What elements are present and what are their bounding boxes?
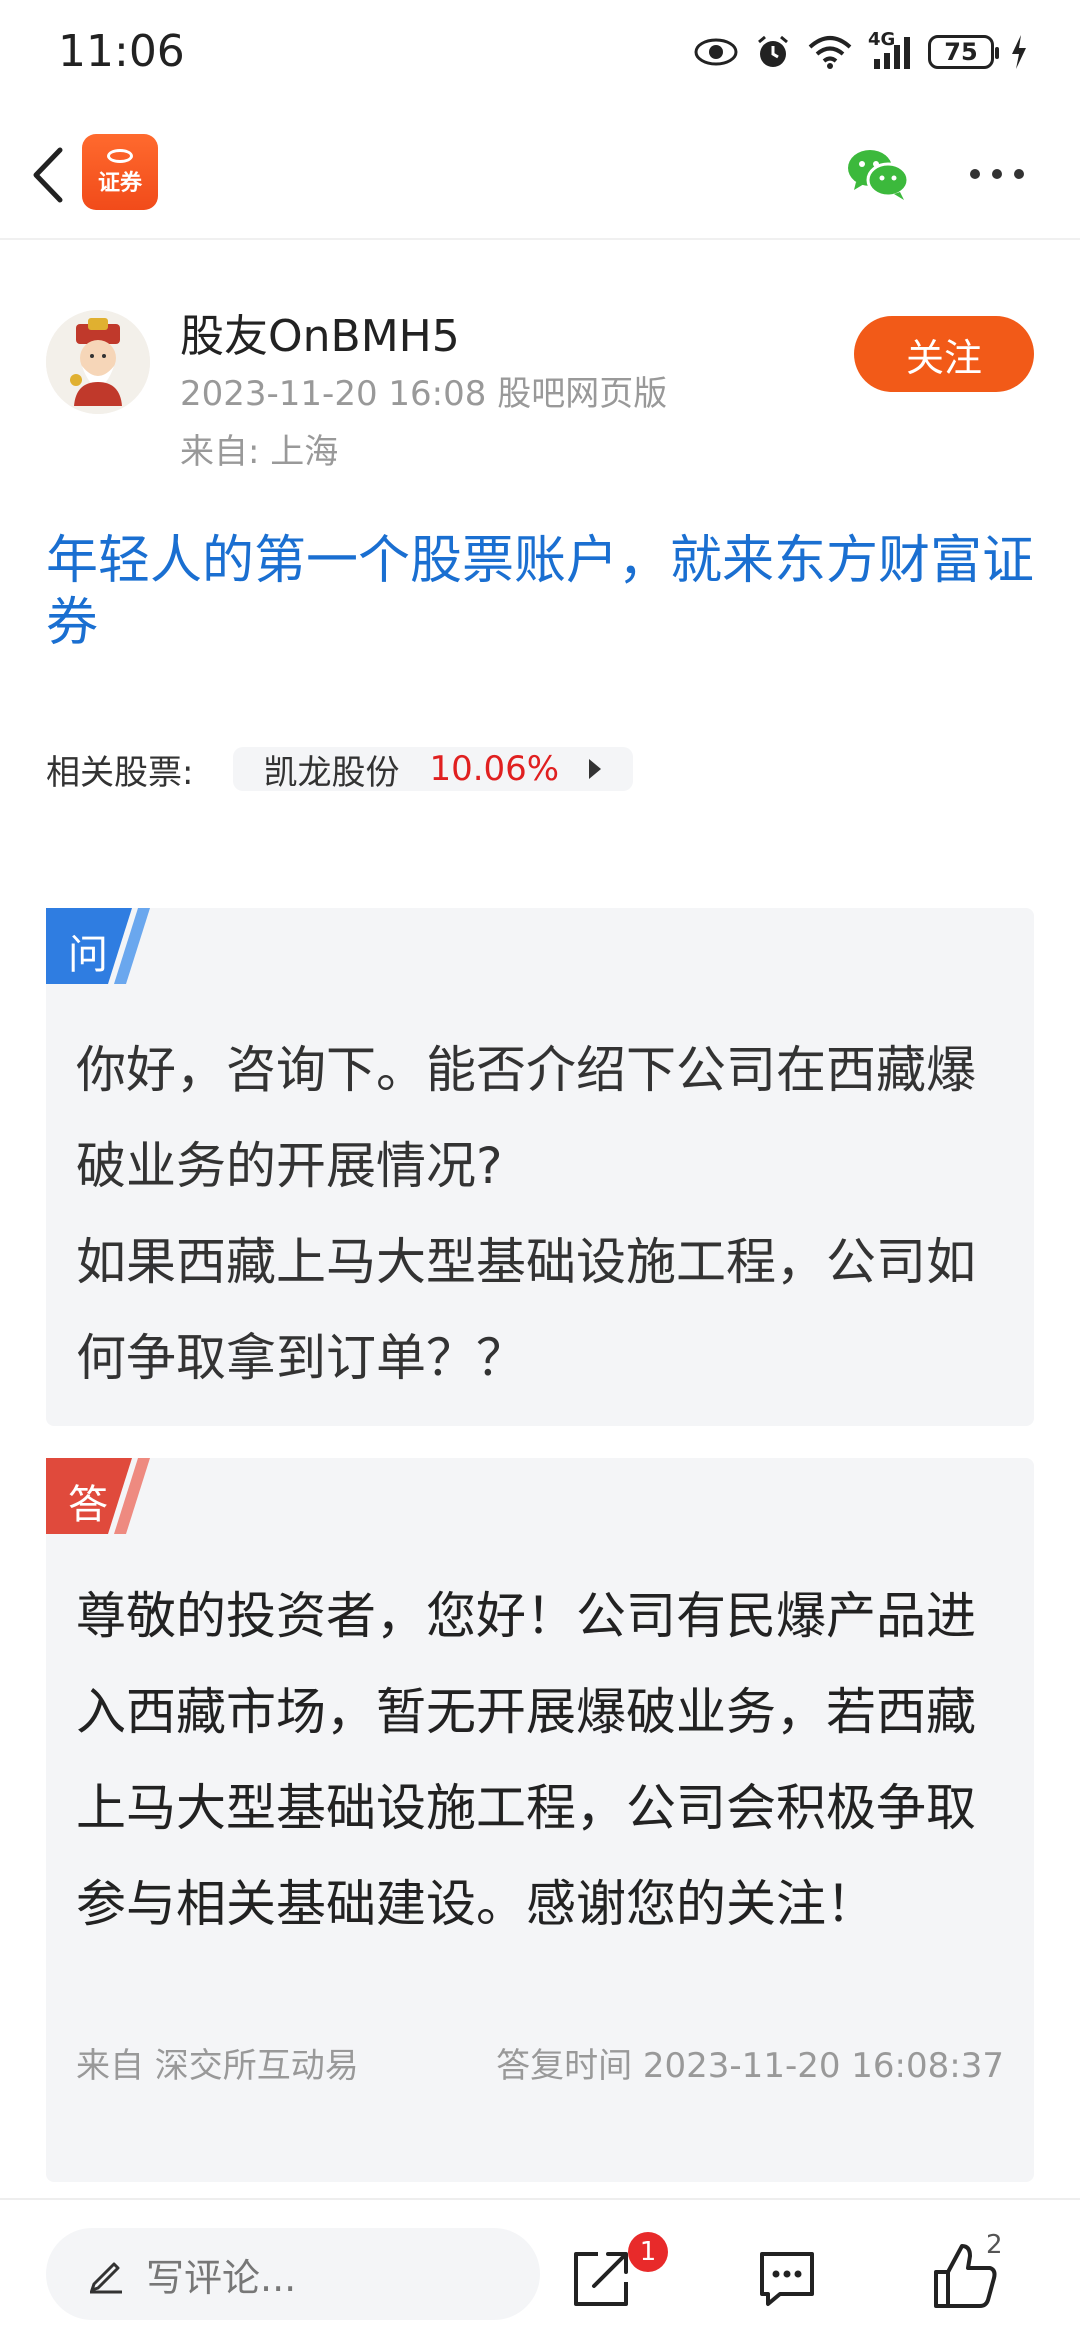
status-icons: 4G 75 xyxy=(694,29,1028,74)
share-icon xyxy=(574,2252,628,2306)
stock-name: 凯龙股份 xyxy=(263,752,400,793)
like-count: 2 xyxy=(986,2230,1003,2260)
back-button[interactable] xyxy=(22,140,74,210)
wechat-share-icon xyxy=(848,150,910,200)
more-icon xyxy=(970,169,980,179)
app-logo[interactable]: 证券 xyxy=(82,134,158,210)
stock-change: 10.06% xyxy=(429,749,560,789)
answer-footer: 来自 深交所互动易 答复时间 2023-11-20 16:08:37 xyxy=(76,2038,1004,2087)
post-meta: 2023-11-20 16:08 股吧网页版 xyxy=(180,374,668,414)
answer-card: 答 尊敬的投资者，您好！公司有民爆产品进入西藏市场，暂无开展爆破业务，若西藏上马… xyxy=(46,1458,1034,2182)
answer-source: 来自 深交所互动易 xyxy=(76,2046,359,2086)
question-text: 你好，咨询下。能否介绍下公司在西藏爆破业务的开展情况? 如果西藏上马大型基础设施… xyxy=(76,1041,976,1387)
avatar[interactable] xyxy=(46,310,150,414)
alarm-icon xyxy=(754,33,792,71)
status-time: 11:06 xyxy=(58,26,185,77)
related-stocks-label: 相关股票: xyxy=(46,752,194,793)
comment-input[interactable]: 写评论... xyxy=(46,2228,540,2320)
question-tag-shape xyxy=(46,908,150,984)
author-name[interactable]: 股友OnBMH5 xyxy=(180,300,460,364)
more-button[interactable] xyxy=(970,164,1030,184)
answer-tag-label: 答 xyxy=(68,1482,108,1528)
wechat-share-button[interactable] xyxy=(846,146,910,202)
answer-tag-shape xyxy=(46,1458,150,1534)
eye-icon xyxy=(694,37,738,67)
wifi-icon xyxy=(808,35,852,69)
related-stocks: 相关股票: 凯龙股份 10.06% xyxy=(46,746,634,793)
more-icon-dot xyxy=(992,169,1002,179)
question-tag-label: 问 xyxy=(68,932,108,978)
signal-icon: 4G xyxy=(868,29,912,69)
logo-mark-icon xyxy=(107,149,133,163)
avatar-icon xyxy=(46,310,150,414)
back-arrow-icon xyxy=(33,147,63,203)
comment-placeholder: 写评论... xyxy=(146,2255,297,2300)
post-title[interactable]: 年轻人的第一个股票账户，就来东方财富证券 xyxy=(46,530,1036,654)
stock-chip[interactable]: 凯龙股份 10.06% xyxy=(233,747,634,793)
logo-text: 证券 xyxy=(97,171,142,196)
share-count-badge: 1 xyxy=(628,2232,668,2272)
answer-text: 尊敬的投资者，您好！公司有民爆产品进入西藏市场，暂无开展爆破业务，若西藏上马大型… xyxy=(76,1587,976,1933)
question-card: 问 你好，咨询下。能否介绍下公司在西藏爆破业务的开展情况? 如果西藏上马大型基础… xyxy=(46,908,1034,1426)
comments-button[interactable] xyxy=(754,2246,820,2312)
author-header: 股友OnBMH5 2023-11-20 16:08 股吧网页版 来自: 上海 关… xyxy=(0,238,1080,488)
follow-button[interactable]: 关注 xyxy=(854,316,1034,392)
more-icon-dot xyxy=(1014,169,1024,179)
reply-time: 答复时间 2023-11-20 16:08:37 xyxy=(496,2046,1004,2086)
top-nav: 证券 xyxy=(0,110,1080,240)
comment-bubble-icon xyxy=(760,2252,814,2306)
question-tag: 问 xyxy=(46,908,174,984)
bottom-action-bar: 写评论... 1 2 xyxy=(0,2198,1080,2342)
status-bar: 11:06 4G 75 xyxy=(0,0,1080,110)
author-location: 来自: 上海 xyxy=(180,432,339,472)
pencil-icon xyxy=(90,2262,122,2294)
battery-icon: 75 xyxy=(928,35,999,69)
answer-tag: 答 xyxy=(46,1458,174,1534)
share-button[interactable] xyxy=(568,2246,634,2312)
chevron-right-icon xyxy=(589,759,602,779)
network-label: 4G xyxy=(868,29,896,50)
charging-icon xyxy=(1010,35,1028,69)
